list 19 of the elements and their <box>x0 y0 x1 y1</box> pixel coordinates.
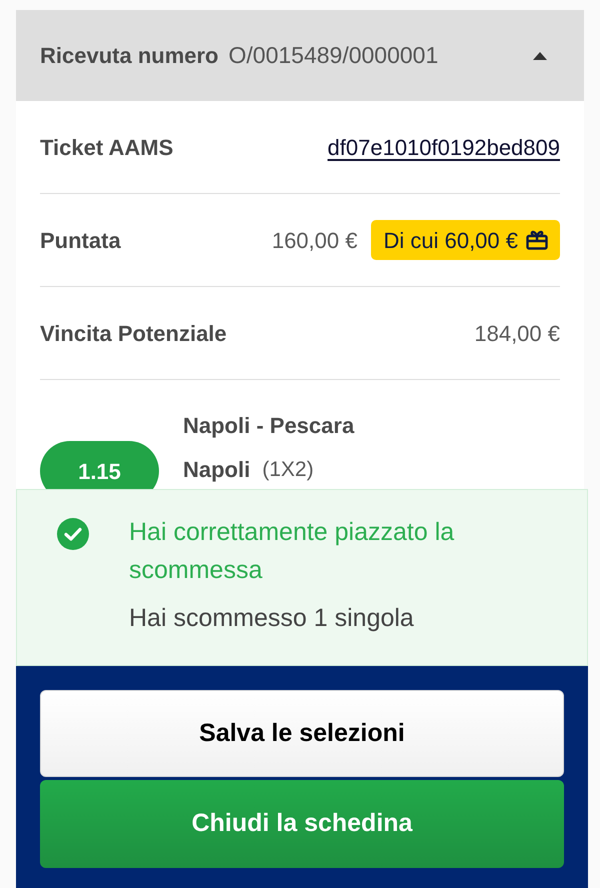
market-name: (1X2) <box>262 457 314 483</box>
amount-value: 184,00 € <box>474 320 560 348</box>
event-name: Napoli - Pescara <box>183 412 354 440</box>
save-selections-button[interactable]: Salva le selezioni <box>40 690 564 777</box>
ticket-link[interactable]: df07e1010f0192bed809 <box>328 130 560 164</box>
success-message: Hai scommesso 1 singola <box>129 603 415 634</box>
caret-icon[interactable] <box>533 52 547 60</box>
pick-name: Napoli <box>183 456 250 484</box>
success-title: Hai correttamente piazzato la scommessa <box>129 517 456 586</box>
close-slip-button[interactable]: Chiudi la schedina <box>40 780 564 868</box>
amount-value: 160,00 € <box>272 226 358 254</box>
success-check-icon <box>57 518 89 550</box>
gift-icon <box>526 230 548 250</box>
field-label: Puntata <box>40 226 121 254</box>
field-label: Ticket AAMS <box>40 134 174 162</box>
field-label: Vincita Potenziale <box>40 320 227 348</box>
receipt-number: O/0015489/0000001 <box>228 41 438 70</box>
bonus-text: Di cui 60,00 € <box>383 226 518 254</box>
receipt-label: Ricevuta numero <box>40 42 218 70</box>
